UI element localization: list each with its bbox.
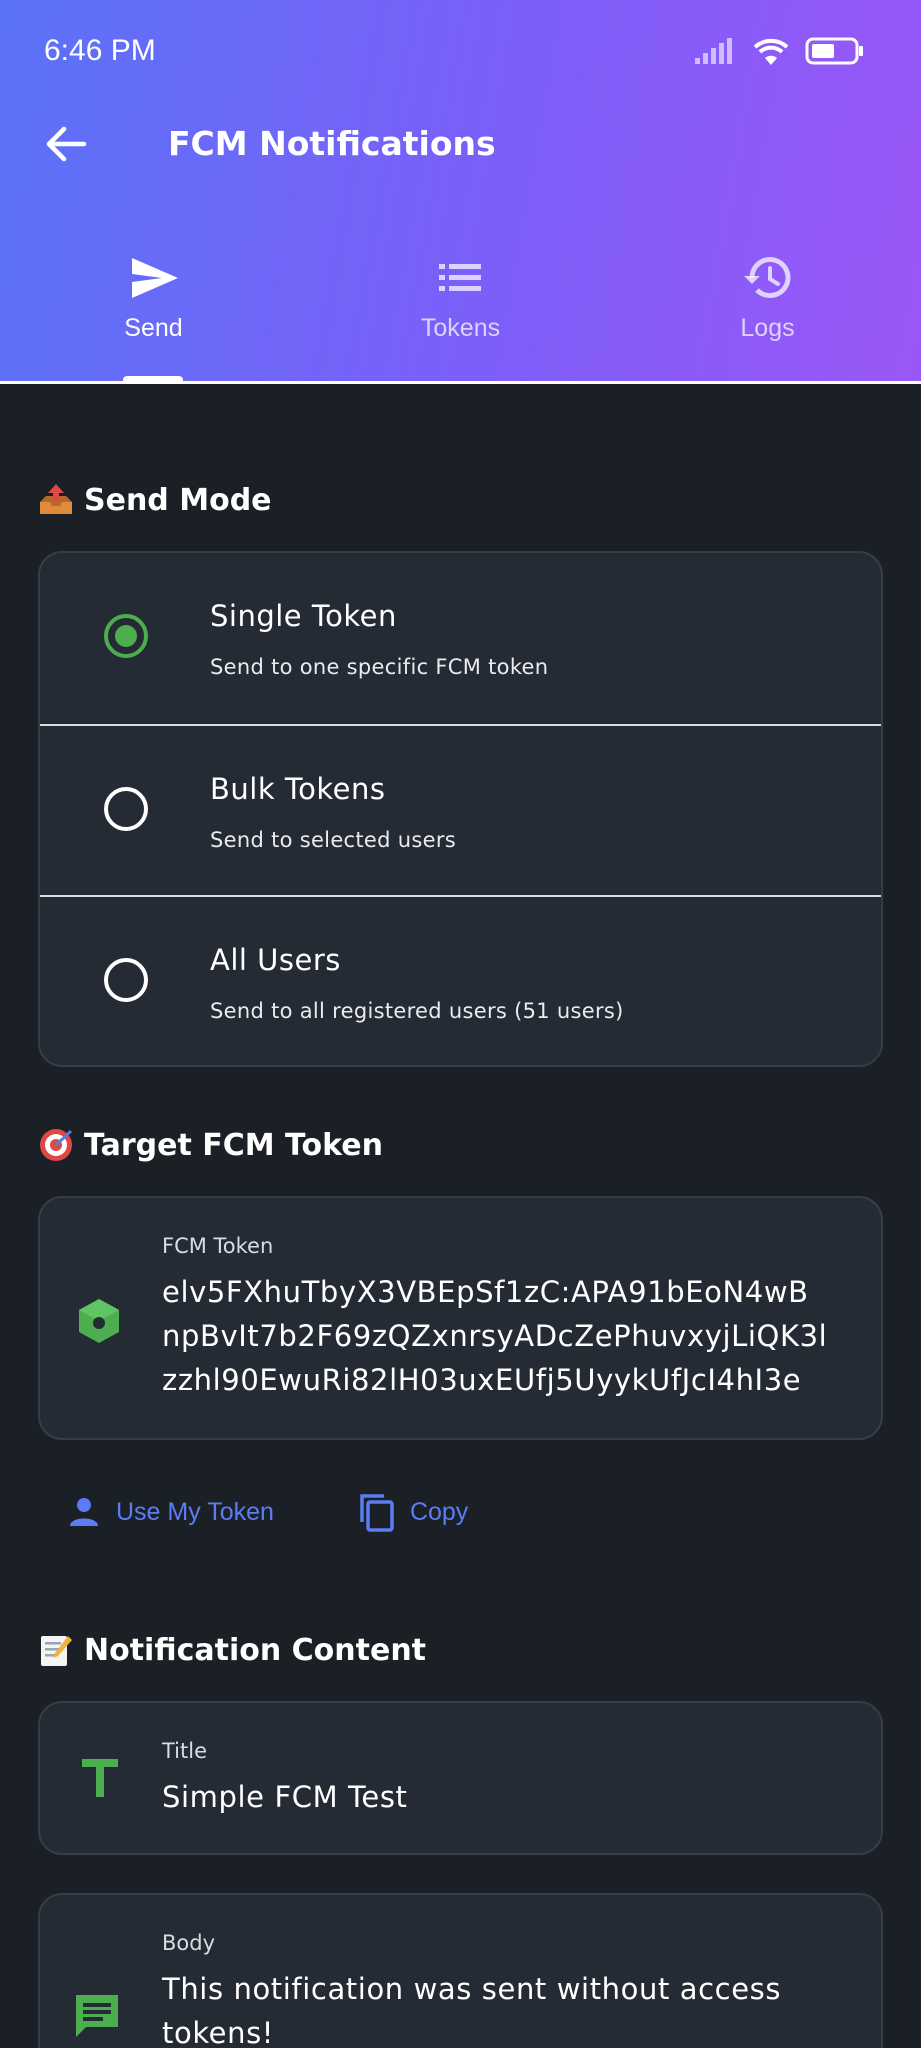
mode-option-single[interactable]: Single Token Send to one specific FCM to… (40, 553, 881, 724)
memo-icon (41, 1636, 72, 1666)
person-icon (70, 1498, 98, 1526)
tab-bar: Send Tokens Logs (0, 240, 921, 384)
field-label: FCM Token (162, 1234, 274, 1258)
target-icon (40, 1129, 73, 1161)
mode-option-label: Bulk Tokens (210, 772, 386, 806)
radio-selected[interactable] (104, 614, 148, 658)
tab-logs[interactable]: Logs (614, 240, 921, 384)
section-title-text: Send Mode (84, 482, 272, 518)
mode-option-label: All Users (210, 943, 341, 977)
text-format-icon (82, 1759, 118, 1797)
token-line-1: elv5FXhuTbyX3VBEpSf1zC:APA91bEoN4wB (162, 1275, 809, 1309)
status-time: 6:46 PM (44, 34, 156, 67)
tab-label: Send (124, 314, 183, 342)
section-notification-content: Notification Content (38, 1632, 426, 1668)
section-title-text: Notification Content (84, 1632, 427, 1668)
token-cube-icon (79, 1299, 119, 1343)
status-icons (693, 34, 865, 68)
list-icon (438, 264, 481, 291)
mode-option-description: Send to selected users (210, 828, 456, 852)
history-icon (743, 257, 790, 299)
page-title: FCM Notifications (168, 124, 496, 163)
radio-unselected[interactable] (104, 787, 148, 831)
send-mode-card: Single Token Send to one specific FCM to… (38, 551, 883, 1067)
message-icon (76, 1995, 118, 2037)
mode-option-description: Send to one specific FCM token (210, 655, 549, 679)
tab-label: Logs (740, 314, 795, 342)
token-line-2: npBvIt7b2F69zQZxnrsyADcZePhuvxyjLiQK3l (162, 1319, 828, 1353)
send-icon (131, 258, 178, 298)
mode-option-label: Single Token (210, 599, 397, 633)
wifi-icon (753, 38, 789, 65)
tab-indicator (123, 376, 183, 384)
section-send-mode: Send Mode (38, 482, 272, 518)
signal-icon (695, 38, 732, 64)
body-field[interactable]: Body This notification was sent without … (38, 1893, 883, 2048)
radio-unselected[interactable] (104, 958, 148, 1002)
token-line-3: zzhl90EwuRi82lH03uxEUfj5UyykUfJcI4hI3e (162, 1363, 802, 1397)
mode-option-bulk[interactable]: Bulk Tokens Send to selected users (40, 724, 881, 895)
mode-option-description: Send to all registered users (51 users) (210, 999, 624, 1023)
token-actions: Use My Token Copy (66, 1492, 468, 1532)
battery-icon (805, 37, 863, 65)
fcm-token-field[interactable]: FCM Token elv5FXhuTbyX3VBEpSf1zC:APA91bE… (38, 1196, 883, 1440)
copy-icon (360, 1494, 394, 1532)
section-target-token: Target FCM Token (38, 1127, 383, 1163)
use-my-token-label: Use My Token (116, 1497, 274, 1526)
use-my-token-button[interactable]: Use My Token (66, 1494, 274, 1530)
copy-label: Copy (409, 1497, 469, 1526)
field-label: Body (162, 1931, 216, 1955)
title-field[interactable]: Title Simple FCM Test (38, 1701, 883, 1855)
body-line-2: tokens! (162, 2016, 275, 2048)
field-label: Title (162, 1739, 208, 1763)
tab-tokens[interactable]: Tokens (307, 240, 614, 384)
copy-button[interactable]: Copy (358, 1492, 468, 1532)
mode-option-all[interactable]: All Users Send to all registered users (… (40, 895, 881, 1065)
back-arrow-icon[interactable] (40, 118, 92, 170)
section-title-text: Target FCM Token (84, 1127, 383, 1163)
body-line-1: This notification was sent without acces… (162, 1972, 782, 2006)
title-value: Simple FCM Test (162, 1780, 408, 1814)
outbox-tray-icon (40, 484, 72, 514)
tab-label: Tokens (420, 314, 501, 342)
tab-send[interactable]: Send (0, 240, 307, 384)
app-header: 6:46 PM FCM Notifications Send Tokens Lo… (0, 0, 921, 384)
